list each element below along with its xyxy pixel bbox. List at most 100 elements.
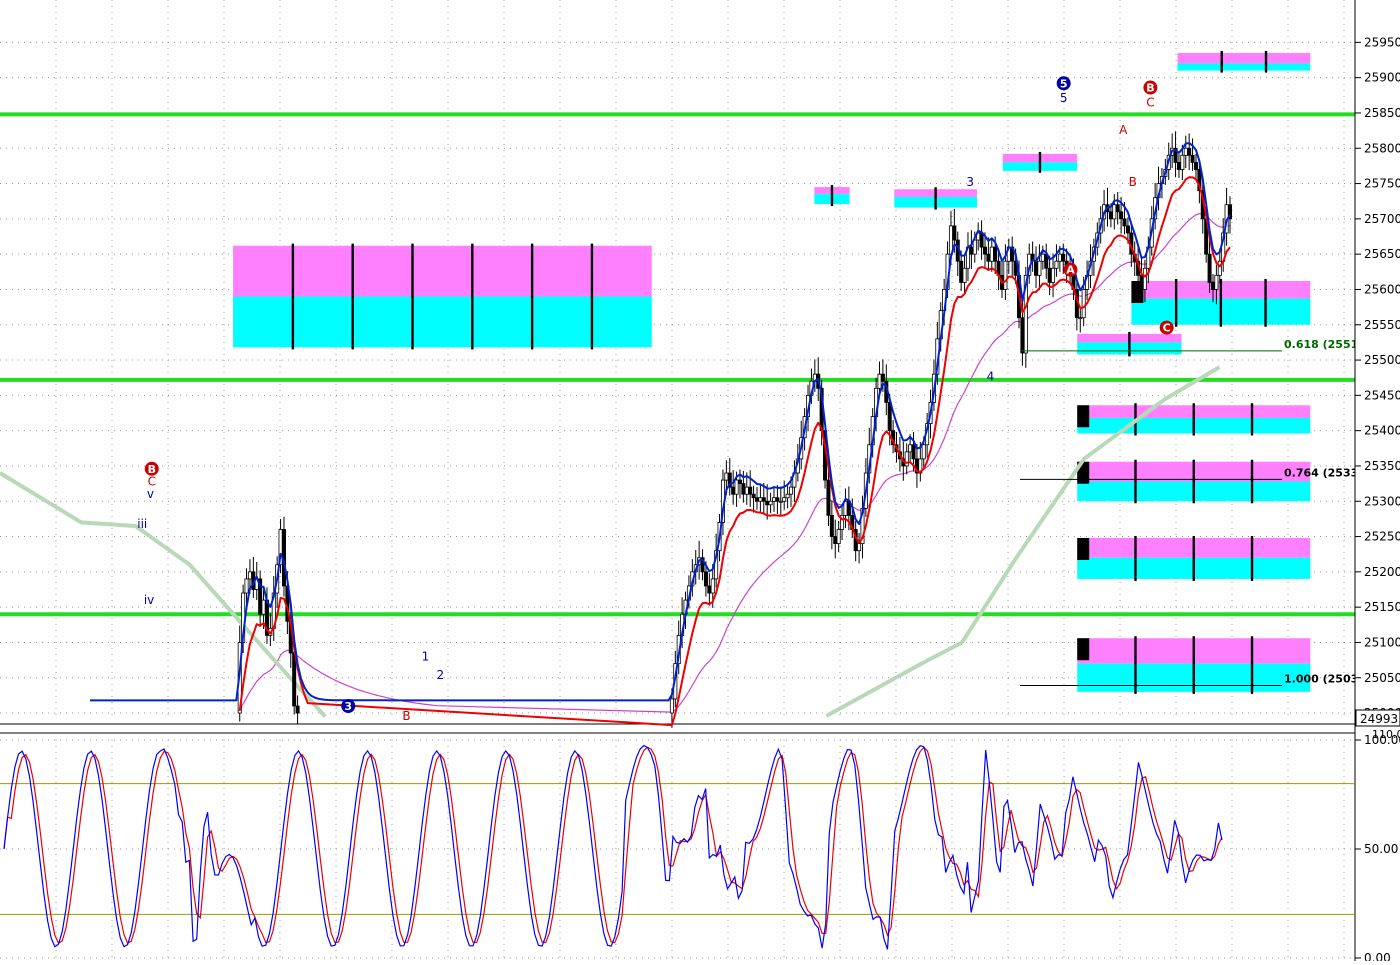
band-upper: [90, 142, 1231, 702]
stoch-axis-tick-label: 50.00: [1364, 842, 1398, 856]
axis-tick-label: 25400: [1364, 424, 1400, 438]
zone-anchor: [1077, 405, 1090, 428]
candle-body: [751, 493, 756, 499]
zone-anchor: [1077, 638, 1090, 661]
candle-body: [904, 451, 909, 467]
axis-tick-label: 25250: [1364, 530, 1400, 544]
axis-tick-label: 25200: [1364, 565, 1400, 579]
candle-body: [826, 479, 831, 516]
wave-label: 5: [1060, 77, 1068, 90]
candle-body: [1081, 289, 1086, 319]
fib-levels: 0.618 (25513 0.764 (25331 1.000 (25039: [1020, 338, 1366, 687]
wave-label: B: [402, 709, 410, 723]
axis-tick-label: 25300: [1364, 494, 1400, 508]
candle-body: [1061, 253, 1066, 262]
zone-demand: [1177, 63, 1311, 71]
candle-body: [1139, 274, 1144, 290]
y-axis: 2500025050251002515025200252502530025350…: [1354, 0, 1400, 961]
wave-label: B: [1129, 175, 1137, 189]
candle-body: [959, 260, 964, 283]
supply-demand-zones: [233, 50, 1311, 694]
zone-supply: [233, 245, 652, 297]
sma-long: [0, 471, 327, 718]
candle-body: [292, 652, 297, 707]
candle-body: [1034, 260, 1039, 276]
candle-body: [1054, 260, 1059, 269]
candle-body: [880, 373, 885, 382]
price-panel: 0.618 (255130.764 (253311.000 (25039 BCv…: [0, 0, 1400, 965]
zone-demand: [233, 296, 652, 348]
candle-body: [921, 444, 926, 460]
candle-body: [979, 232, 984, 248]
wave-label: C: [1146, 95, 1154, 109]
wave-label: 5: [1060, 91, 1068, 105]
candle-body: [833, 536, 838, 545]
candle-body: [731, 486, 736, 495]
candle-body: [761, 497, 766, 502]
candle-body: [247, 571, 252, 580]
candle-body: [1003, 260, 1008, 290]
candle-body: [1078, 317, 1083, 320]
candle-body: [908, 444, 913, 453]
candle-body: [1207, 253, 1212, 283]
candle-body: [244, 578, 249, 594]
candle-body: [775, 497, 780, 502]
candle-body: [969, 246, 974, 255]
candle-body: [754, 497, 759, 502]
candle-body: [1051, 267, 1056, 283]
axis-tick-label: 25700: [1364, 212, 1400, 226]
axis-tick-label: 25750: [1364, 177, 1400, 191]
axis-tick-label: 25650: [1364, 247, 1400, 261]
fib-label: 0.618 (25513: [1284, 338, 1366, 351]
candle-body: [986, 253, 991, 262]
wave-label: C: [1163, 322, 1171, 335]
candle-body: [710, 578, 715, 594]
candle-body: [982, 246, 987, 255]
candle-body: [911, 444, 916, 460]
candle-body: [768, 500, 773, 506]
candle-body: [993, 246, 998, 262]
candle-body: [1214, 274, 1219, 290]
candle-body: [669, 698, 674, 714]
wave-label: B: [1146, 82, 1154, 95]
candle-body: [829, 514, 834, 537]
candle-body: [1210, 281, 1215, 290]
candle-body: [1180, 154, 1185, 170]
candle-body: [1037, 260, 1042, 276]
axis-tick-label: 25900: [1364, 71, 1400, 85]
fib-label: 0.764 (25331: [1284, 466, 1366, 479]
wave-label: A: [1119, 123, 1128, 137]
axis-tick-label: 25600: [1364, 282, 1400, 296]
wave-label: iv: [144, 593, 154, 607]
candle-body: [1040, 253, 1045, 262]
wave-label: 1: [422, 650, 430, 664]
candle-body: [748, 486, 753, 495]
stochastic-panel: [0, 744, 1355, 950]
candle-body: [952, 225, 957, 241]
candle-body: [1108, 211, 1113, 220]
stoch-k-line: [3, 744, 1223, 950]
axis-tick-label: 25450: [1364, 388, 1400, 402]
candle-body: [741, 483, 746, 495]
candle-body: [1142, 267, 1147, 290]
wave-label: 2: [437, 668, 445, 682]
stoch-top-label: 110.0: [1372, 728, 1400, 741]
candle-body: [772, 497, 777, 502]
candle-body: [836, 529, 841, 545]
candle-body: [789, 486, 794, 495]
candle-body: [1115, 204, 1120, 213]
candle-body: [877, 373, 882, 389]
candle-body: [1176, 161, 1181, 170]
zone-supply: [1177, 52, 1311, 64]
candle-body: [857, 543, 862, 552]
wave-label: iii: [137, 517, 147, 531]
stoch-d-line: [3, 746, 1223, 945]
candle-body: [765, 500, 770, 506]
candle-body: [989, 246, 994, 262]
candle-body: [703, 571, 708, 587]
candle-body: [744, 486, 749, 495]
candle-body: [1057, 253, 1062, 262]
candle-body: [1119, 211, 1124, 220]
wave-label: 3: [344, 700, 352, 713]
axis-tick-label: 25500: [1364, 353, 1400, 367]
